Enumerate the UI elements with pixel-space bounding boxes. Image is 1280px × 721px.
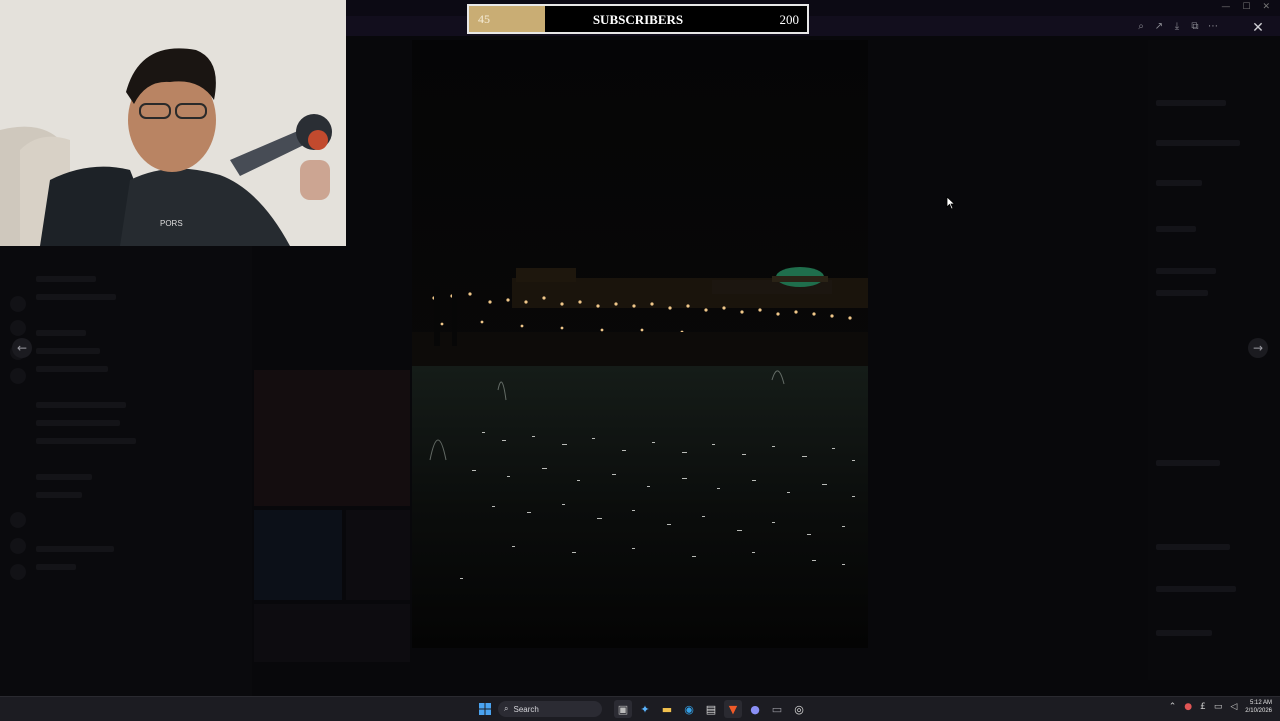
background-member-row	[1156, 180, 1202, 186]
file-explorer-icon[interactable]: ▬	[658, 700, 676, 718]
background-member-row	[1156, 544, 1230, 550]
background-image-thumb	[254, 370, 410, 506]
background-server-icon	[10, 538, 26, 554]
discord-icon[interactable]: ●	[746, 700, 764, 718]
share-icon[interactable]: ↗	[1152, 20, 1166, 34]
tray-chevron-icon[interactable]: ⌃	[1169, 702, 1177, 712]
background-channel-row	[36, 438, 136, 444]
window-controls: — ☐ ✕	[1221, 2, 1270, 12]
background-server-icon	[10, 320, 26, 336]
background-sidebar	[0, 246, 252, 696]
terminal-icon[interactable]: ▭	[768, 700, 786, 718]
microphone-icon[interactable]: ●	[1184, 702, 1192, 712]
zoom-icon[interactable]: ⌕	[1134, 20, 1148, 34]
subscriber-goal-bar: 45 SUBSCRIBERS 200	[467, 4, 809, 34]
background-member-row	[1156, 268, 1216, 274]
webcam-feed: PORS	[0, 0, 346, 246]
open-external-icon[interactable]: ⧉	[1188, 20, 1202, 34]
next-image-button[interactable]: →	[1248, 338, 1268, 358]
night-fountain-photo	[412, 40, 868, 648]
taskbar: ⌕ Search ▣ ✦ ▬ ◉ ▤ ▼ ● ▭ ◎ ⌃ ● £ ▭ ◁ 5:1…	[0, 696, 1280, 721]
background-channel-row	[36, 366, 108, 372]
maximize-button[interactable]: ☐	[1242, 2, 1250, 12]
viewer-close-button[interactable]: ✕	[1248, 18, 1268, 38]
volume-icon[interactable]: ◁	[1230, 702, 1237, 712]
background-channel-row	[36, 420, 120, 426]
search-icon: ⌕	[504, 704, 509, 713]
background-server-icon	[10, 512, 26, 528]
background-channel-row	[36, 330, 86, 336]
taskbar-apps: ⌕ Search ▣ ✦ ▬ ◉ ▤ ▼ ● ▭ ◎	[476, 700, 808, 718]
clock[interactable]: 5:12 AM 2/10/2026	[1245, 699, 1272, 715]
background-member-list	[1148, 40, 1280, 680]
background-member-row	[1156, 100, 1226, 106]
background-member-row	[1156, 290, 1208, 296]
windows-logo-icon	[479, 703, 491, 715]
background-channel-row	[36, 276, 96, 282]
background-member-row	[1156, 226, 1196, 232]
task-view-icon[interactable]: ▣	[614, 700, 632, 718]
recorder-icon[interactable]: ◎	[790, 700, 808, 718]
edge-icon[interactable]: ◉	[680, 700, 698, 718]
search-placeholder: Search	[513, 704, 539, 714]
download-icon[interactable]: ⤓	[1170, 20, 1184, 34]
subscriber-label: SUBSCRIBERS	[592, 12, 684, 27]
viewer-toolbar: ⌕ ↗ ⤓ ⧉ ⋯	[1134, 20, 1220, 34]
background-member-row	[1156, 140, 1240, 146]
webcam-overlay: PORS	[0, 0, 346, 246]
start-button[interactable]	[476, 700, 494, 718]
viewed-photo	[412, 40, 868, 648]
subscriber-goal: 200	[779, 12, 800, 27]
background-channel-row	[36, 348, 100, 354]
background-image-thumb	[254, 510, 342, 600]
taskbar-search[interactable]: ⌕ Search	[498, 701, 602, 717]
window-close-button[interactable]: ✕	[1262, 2, 1270, 12]
clock-time: 5:12 AM	[1249, 700, 1272, 706]
clock-date: 2/10/2026	[1245, 708, 1272, 714]
mouse-cursor	[946, 196, 956, 210]
system-tray: ⌃ ● £ ▭ ◁ 5:12 AM 2/10/2026	[1169, 699, 1272, 715]
hoodie-logo: PORS	[160, 219, 183, 228]
background-member-row	[1156, 460, 1220, 466]
network-icon[interactable]: ▭	[1214, 702, 1223, 712]
minimize-button[interactable]: —	[1221, 2, 1230, 12]
background-member-row	[1156, 586, 1236, 592]
background-channel-row	[36, 402, 126, 408]
brave-icon[interactable]: ▼	[724, 700, 742, 718]
language-icon[interactable]: £	[1200, 702, 1206, 712]
previous-image-button[interactable]: ←	[12, 338, 32, 358]
store-icon[interactable]: ▤	[702, 700, 720, 718]
background-channel-row	[36, 474, 92, 480]
background-channel-row	[36, 294, 116, 300]
more-icon[interactable]: ⋯	[1206, 20, 1220, 34]
background-channel-row	[36, 564, 76, 570]
copilot-icon[interactable]: ✦	[636, 700, 654, 718]
background-member-row	[1156, 630, 1212, 636]
background-server-icon	[10, 296, 26, 312]
background-image-thumb	[346, 510, 410, 600]
background-channel-row	[36, 492, 82, 498]
background-server-icon	[10, 564, 26, 580]
background-channel-row	[36, 546, 114, 552]
background-server-icon	[10, 368, 26, 384]
background-image-thumb	[254, 604, 410, 662]
